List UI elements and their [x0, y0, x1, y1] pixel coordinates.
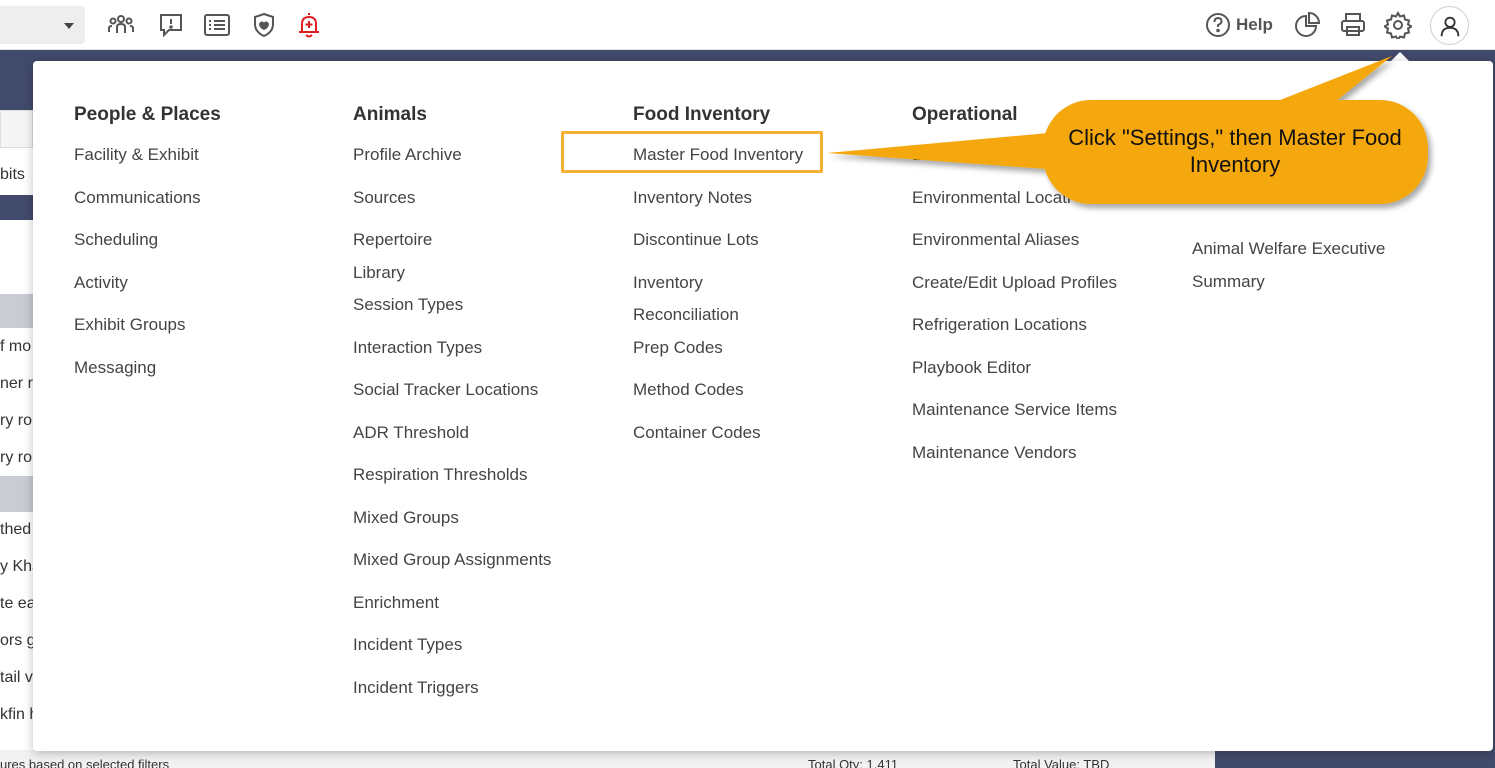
bg-row: kfin h [0, 706, 33, 723]
bg-row: ner ro [0, 375, 33, 392]
menu-item-animal-welfare-executive-summary[interactable]: Animal Welfare Executive Summary [1192, 233, 1412, 298]
menu-item-environmental-aliases[interactable]: Environmental Aliases [912, 224, 1182, 267]
menu-item-interaction-types[interactable]: Interaction Types [353, 332, 623, 375]
menu-item-incident-types[interactable]: Incident Types [353, 629, 623, 672]
bg-row: ry ro [0, 412, 32, 429]
column-heading: Operational [912, 104, 1018, 125]
menu-item-session-types[interactable]: Session Types [353, 289, 623, 332]
menu-item-playbook-editor[interactable]: Playbook Editor [912, 352, 1182, 395]
bg-row: te ea [0, 595, 33, 612]
menu-item-adr-threshold[interactable]: ADR Threshold [353, 417, 623, 460]
menu-item-operational-first[interactable]: E [912, 139, 1182, 182]
footer-total-value: Total Value: TBD [1013, 757, 1110, 768]
bg-tab-label: bits [0, 166, 25, 183]
list-icon[interactable] [200, 8, 234, 42]
alert-icon[interactable] [154, 8, 188, 42]
menu-item-incident-triggers[interactable]: Incident Triggers [353, 672, 623, 715]
menu-item-discontinue-lots[interactable]: Discontinue Lots [633, 224, 903, 267]
facility-select[interactable] [0, 6, 85, 44]
menu-item-inventory-notes[interactable]: Inventory Notes [633, 182, 903, 225]
gear-icon[interactable] [1381, 8, 1415, 42]
bg-footer: ures based on selected filters Total Qty… [0, 750, 1215, 768]
menu-item-communications[interactable]: Communications [74, 182, 344, 225]
shield-icon[interactable] [247, 8, 281, 42]
column-heading: Food Inventory [633, 104, 771, 125]
menu-item-mixed-group-assignments[interactable]: Mixed Group Assignments [353, 544, 623, 587]
pie-chart-icon[interactable] [1291, 8, 1325, 42]
menu-item-create-edit-upload-profiles[interactable]: Create/Edit Upload Profiles [912, 267, 1182, 310]
menu-column-reports: Animal Welfare Executive Summary [1192, 222, 1462, 298]
bg-row: y Kha [0, 558, 33, 575]
user-icon [1440, 16, 1459, 36]
chevron-down-icon [64, 23, 74, 29]
people-icon[interactable] [104, 8, 138, 42]
menu-item-scheduling[interactable]: Scheduling [74, 224, 344, 267]
column-heading: People & Places [74, 104, 221, 125]
bg-row: ry ro [0, 449, 32, 466]
bg-group-row [0, 294, 33, 328]
menu-item-enrichment[interactable]: Enrichment [353, 587, 623, 630]
help-icon [1206, 13, 1230, 37]
menu-item-repertoire-library[interactable]: Repertoire Library [353, 224, 463, 289]
menu-column-operational: Operational E Environmental Locati Envir… [912, 102, 1182, 479]
menu-item-inventory-reconciliation[interactable]: Inventory Reconciliation [633, 267, 773, 332]
menu-item-exhibit-groups[interactable]: Exhibit Groups [74, 309, 344, 352]
menu-item-container-codes[interactable]: Container Codes [633, 417, 903, 460]
bg-row: thed [0, 521, 32, 538]
help-label: Help [1236, 15, 1273, 34]
menu-item-sources[interactable]: Sources [353, 182, 623, 225]
help-button[interactable]: Help [1204, 9, 1273, 41]
menu-item-facility-exhibit[interactable]: Facility & Exhibit [74, 139, 344, 182]
menu-item-method-codes[interactable]: Method Codes [633, 374, 903, 417]
menu-item-activity[interactable]: Activity [74, 267, 344, 310]
menu-column-people-places: People & Places Facility & Exhibit Commu… [74, 102, 344, 394]
footer-total-qty: Total Qty: 1,411 [808, 757, 899, 768]
menu-item-respiration-thresholds[interactable]: Respiration Thresholds [353, 459, 623, 502]
bg-row: tail v [0, 669, 33, 686]
menu-item-social-tracker-locations[interactable]: Social Tracker Locations [353, 374, 623, 417]
top-toolbar: Help [0, 0, 1495, 50]
menu-column-animals: Animals Profile Archive Sources Repertoi… [353, 102, 623, 714]
printer-icon[interactable] [1336, 8, 1370, 42]
bg-row: f mo [0, 338, 32, 355]
menu-item-messaging[interactable]: Messaging [74, 352, 344, 395]
background-table: bits f mo ner ro ry ro ry ro thed y Kha … [0, 110, 33, 750]
menu-item-environmental-locations[interactable]: Environmental Locati [912, 182, 1182, 225]
bg-row: ors g [0, 632, 33, 649]
menu-item-refrigeration-locations[interactable]: Refrigeration Locations [912, 309, 1182, 352]
bg-header-row [0, 195, 33, 220]
bg-group-row [0, 476, 33, 512]
highlight-box [561, 131, 823, 173]
menu-item-prep-codes[interactable]: Prep Codes [633, 332, 903, 375]
menu-item-maintenance-vendors[interactable]: Maintenance Vendors [912, 437, 1182, 480]
user-menu-button[interactable] [1430, 6, 1469, 45]
column-heading: Animals [353, 104, 427, 125]
alarm-bell-icon[interactable] [292, 8, 326, 42]
footer-filter-note: ures based on selected filters [0, 757, 170, 768]
menu-item-mixed-groups[interactable]: Mixed Groups [353, 502, 623, 545]
menu-item-maintenance-service-items[interactable]: Maintenance Service Items [912, 394, 1182, 437]
bg-search-field [0, 110, 33, 148]
